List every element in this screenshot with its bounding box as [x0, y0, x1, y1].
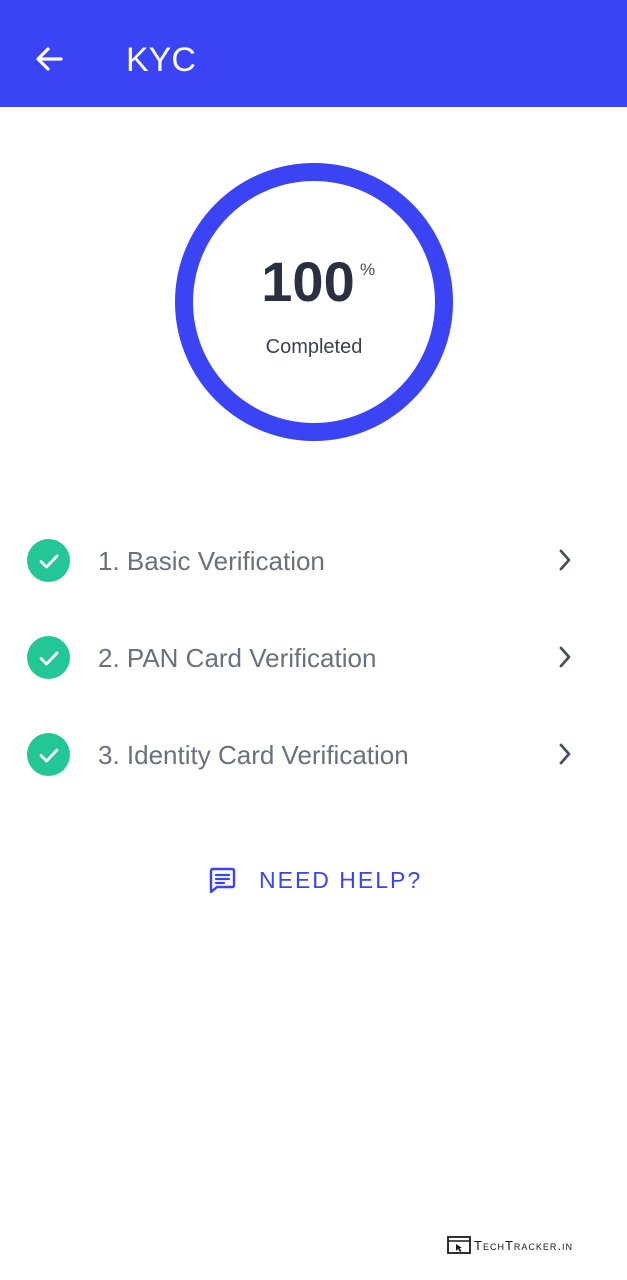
browser-cursor-icon [447, 1236, 471, 1254]
step-identity-card-verification[interactable]: 3. Identity Card Verification [0, 706, 627, 803]
watermark-text: TechTracker.in [474, 1237, 574, 1253]
app-bar: KYC [0, 0, 627, 107]
arrow-left-icon [36, 47, 63, 71]
check-circle-icon [27, 636, 70, 679]
need-help-label: NEED HELP? [259, 867, 423, 893]
kyc-progress: 100 % Completed [174, 162, 454, 442]
step-label: 2. PAN Card Verification [98, 643, 377, 673]
check-circle-icon [27, 733, 70, 776]
back-button[interactable] [28, 38, 70, 80]
watermark: TechTracker.in [447, 1234, 573, 1256]
chat-message-icon [209, 867, 236, 894]
step-label: 3. Identity Card Verification [98, 740, 409, 770]
verification-steps-list: 1. Basic Verification 2. PAN Card Verifi… [0, 512, 627, 803]
progress-unit: % [360, 260, 376, 279]
step-basic-verification[interactable]: 1. Basic Verification [0, 512, 627, 609]
page-title: KYC [126, 41, 196, 79]
need-help-button[interactable]: NEED HELP? [207, 862, 422, 898]
step-label: 1. Basic Verification [98, 546, 325, 576]
step-pan-card-verification[interactable]: 2. PAN Card Verification [0, 609, 627, 706]
check-circle-icon [27, 539, 70, 582]
chevron-right-icon [559, 549, 571, 571]
progress-value: 100 [261, 250, 355, 313]
chevron-right-icon [559, 646, 571, 668]
progress-caption: Completed [265, 336, 363, 358]
chevron-right-icon [559, 743, 571, 765]
